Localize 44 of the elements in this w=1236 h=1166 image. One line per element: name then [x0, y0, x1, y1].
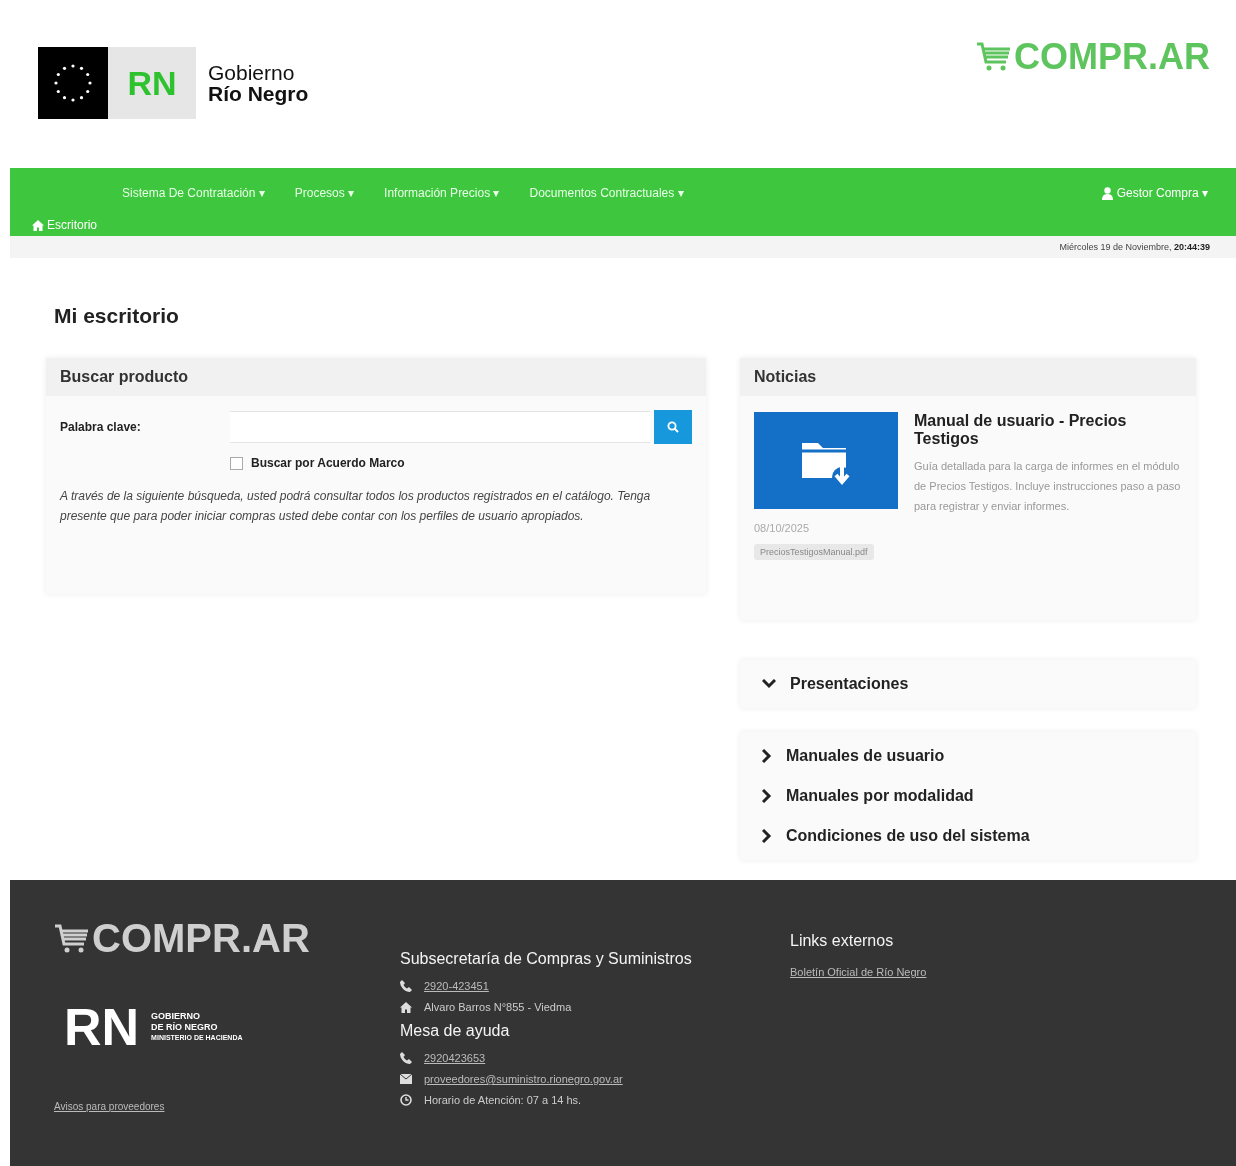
- search-button[interactable]: [654, 410, 692, 444]
- footer-heading: Mesa de ayuda: [400, 1022, 511, 1040]
- keyword-field[interactable]: [230, 411, 650, 443]
- info-text: A través de la siguiente búsqueda, usted podrá consultar todos los productos registrados en el catálogo. Tenga presente que para poder iniciar compras usted debe contar con los perfiles de usuario apropiados.: [58, 488, 652, 525]
- clock-icon: [400, 1094, 412, 1106]
- contact-text: Horario de Atención: 07 a 14 hs.: [424, 1094, 582, 1106]
- contact-link[interactable]: 2920423653: [424, 1052, 486, 1064]
- search-icon: [667, 421, 679, 433]
- logo-mark: RN: [108, 47, 196, 119]
- checkbox[interactable]: [230, 456, 243, 470]
- field-label: Palabra clave:: [60, 420, 142, 434]
- accordion-header[interactable]: Manuales por modalidad: [750, 776, 1186, 816]
- contact-link[interactable]: proveedores@suministro.rionegro.gov.ar: [424, 1073, 623, 1085]
- phone-icon: [400, 1052, 412, 1064]
- footer-heading: Subsecretaría de Compras y Suministros: [400, 950, 693, 968]
- external-link[interactable]: Boletín Oficial de Río Negro: [790, 966, 927, 978]
- news-title[interactable]: Manual de usuario - Precios Testigos: [914, 412, 1182, 448]
- panel-title: Buscar producto: [46, 358, 706, 396]
- accordion-header[interactable]: Manuales de usuario: [750, 736, 1186, 776]
- footer-heading: Links externos: [790, 932, 895, 950]
- home-icon: [32, 219, 44, 231]
- envelope-icon: [400, 1074, 412, 1084]
- news-date: 08/10/2025: [754, 522, 811, 534]
- logo-text: GOBIERNO: [151, 1011, 201, 1022]
- logo-mark: RN: [64, 997, 140, 1057]
- brand-logo: COMPR.AR: [976, 36, 1210, 78]
- checkbox-label: Buscar por Acuerdo Marco: [251, 456, 405, 470]
- home-icon: [400, 1001, 412, 1013]
- cart-icon: [54, 923, 90, 954]
- user-icon: [1101, 186, 1113, 200]
- date-time: Miércoles 19 de Noviembre, 20:44:39: [10, 236, 1236, 258]
- accordion-header[interactable]: Presentaciones: [750, 664, 1186, 704]
- logo-text: DE RÍO NEGRO: [151, 1021, 218, 1032]
- cart-icon: [976, 42, 1012, 72]
- brand-logo: COMPR.AR: [54, 916, 400, 961]
- contact-text: Alvaro Barros N°855 - Viedma: [424, 1001, 572, 1013]
- footer-link[interactable]: Avisos para proveedores: [54, 1101, 165, 1112]
- contact-link[interactable]: 2920-423451: [424, 980, 489, 992]
- accordion-header[interactable]: Condiciones de uso del sistema: [750, 816, 1186, 856]
- page-title: Mi escritorio: [54, 304, 180, 328]
- panel-title: Noticias: [740, 358, 1196, 396]
- news-description: Guía detallada para la carga de informes en el módulo de Precios Testigos. Incluye instrucciones paso a paso para registrar y enviar informes.: [914, 459, 1182, 514]
- logo-text: Gobierno Río Negro: [208, 62, 309, 104]
- phone-icon: [400, 980, 412, 992]
